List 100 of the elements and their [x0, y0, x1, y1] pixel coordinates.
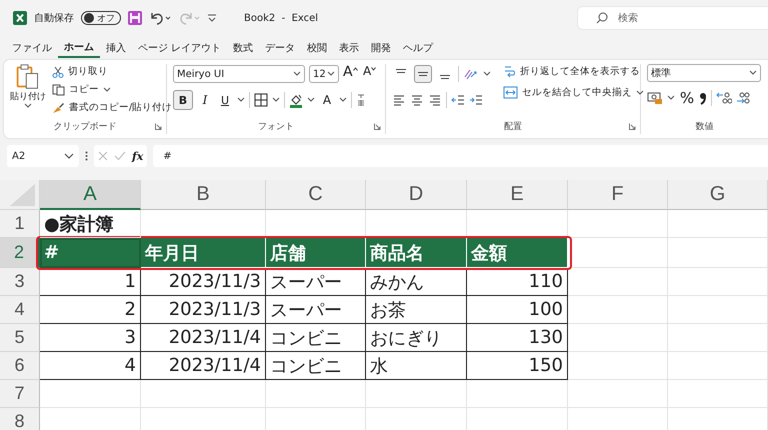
align-left-icon[interactable]	[392, 93, 406, 107]
row-header[interactable]: 5	[0, 324, 40, 352]
formula-field[interactable]: #	[153, 145, 768, 167]
name-box[interactable]: A2	[7, 145, 79, 167]
table-cell: お茶	[366, 296, 467, 324]
dialog-launcher-icon[interactable]	[629, 123, 636, 130]
comma-style-icon[interactable]	[699, 91, 707, 105]
window-title: Book2 - Excel	[244, 12, 318, 24]
caret-icon	[339, 97, 347, 103]
ribbon-tab[interactable]: 表示	[333, 38, 366, 58]
group-title: 配置	[504, 120, 522, 132]
table-cell: 4	[40, 352, 141, 380]
table-cell: 1	[40, 268, 141, 296]
table-cell: 2	[40, 296, 141, 324]
ribbon-tab[interactable]: データ	[259, 38, 302, 58]
phonetic-guide-icon[interactable]	[356, 93, 366, 107]
caret-icon	[667, 95, 675, 101]
dialog-launcher-icon[interactable]	[155, 123, 162, 130]
autosave-toggle[interactable]: オフ	[81, 11, 121, 25]
search-icon	[596, 12, 608, 24]
accounting-format-icon[interactable]	[647, 91, 663, 105]
wrap-text-button[interactable]: 折り返して全体を表示する	[503, 64, 644, 79]
caret-icon	[636, 90, 644, 96]
brush-icon	[52, 102, 65, 114]
excel-logo-icon	[13, 11, 27, 25]
column-header[interactable]: D	[366, 180, 467, 210]
increase-font-size-button[interactable]: A	[343, 64, 359, 84]
increase-decimal-icon[interactable]	[716, 91, 732, 105]
column-heading-cell: 金額	[467, 238, 568, 268]
ribbon-tab[interactable]: 数式	[227, 38, 260, 58]
font-size-dropdown[interactable]: 12	[309, 65, 339, 83]
column-heading-cell: #	[40, 238, 141, 268]
caret-icon	[293, 71, 301, 77]
caret-icon	[371, 67, 376, 71]
ribbon-tab[interactable]: 校閲	[301, 38, 334, 58]
dialog-launcher-icon[interactable]	[374, 123, 381, 130]
column-header[interactable]: B	[141, 180, 266, 210]
table-cell: 2023/11/4	[141, 352, 266, 380]
row-header[interactable]: 7	[0, 380, 40, 408]
decrease-font-size-button[interactable]: A	[363, 64, 379, 84]
row-header[interactable]: 6	[0, 352, 40, 380]
caret-icon	[24, 103, 32, 109]
borders-icon[interactable]	[254, 93, 268, 107]
font-color-button[interactable]: A	[319, 90, 335, 110]
copy-icon	[52, 84, 65, 96]
undo-icon[interactable]	[149, 11, 171, 25]
row-header[interactable]: 1	[0, 210, 40, 238]
fill-color-icon[interactable]	[289, 92, 303, 108]
ribbon-tab[interactable]: 挿入	[100, 38, 132, 58]
ribbon-tab[interactable]: ヘルプ	[397, 38, 440, 58]
column-heading-cell: 商品名	[366, 238, 467, 268]
column-header[interactable]: F	[568, 180, 668, 210]
table-cell: 2023/11/3	[141, 296, 266, 324]
bold-button[interactable]: B	[173, 90, 193, 110]
italic-button[interactable]: I	[197, 90, 213, 110]
table-cell: 3	[40, 324, 141, 352]
row-header[interactable]: 8	[0, 408, 40, 430]
group-title: 数値	[696, 120, 714, 132]
column-header[interactable]: E	[467, 180, 568, 210]
caret-icon	[483, 71, 491, 77]
merge-center-button[interactable]: セルを結合して中央揃え	[503, 85, 644, 100]
font-family-dropdown[interactable]: Meiryo UI	[173, 65, 305, 83]
format-painter-button[interactable]: 書式のコピー/貼り付け	[52, 100, 172, 115]
merge-cells-icon	[503, 86, 518, 99]
table-cell: 2023/11/4	[141, 324, 266, 352]
paste-button[interactable]: 貼り付け	[10, 64, 46, 109]
group-title: フォント	[258, 120, 294, 132]
ribbon-tab[interactable]: ホーム	[58, 38, 100, 58]
insert-function-button[interactable]: fx	[132, 150, 144, 162]
decrease-indent-icon[interactable]	[451, 93, 465, 107]
underline-button[interactable]: U	[217, 90, 233, 110]
copy-button[interactable]: コピー	[52, 82, 172, 97]
number-format-dropdown[interactable]: 標準	[647, 64, 761, 82]
increase-indent-icon[interactable]	[469, 93, 483, 107]
save-icon[interactable]	[128, 11, 142, 25]
column-header[interactable]: A	[40, 180, 141, 210]
ribbon-tab[interactable]: ページ レイアウト	[132, 38, 228, 58]
ribbon-tab[interactable]: ファイル	[6, 38, 58, 58]
customize-toolbar-icon[interactable]	[207, 13, 217, 23]
table-cell: コンビニ	[266, 352, 366, 380]
column-header[interactable]: G	[668, 180, 768, 210]
row-header[interactable]: 2	[0, 238, 40, 268]
align-center-icon[interactable]	[410, 93, 424, 107]
ribbon-tab[interactable]: 開発	[365, 38, 398, 58]
table-cell: みかん	[366, 268, 467, 296]
row-header[interactable]: 3	[0, 268, 40, 296]
percent-style-button[interactable]: %	[679, 88, 695, 108]
row-header[interactable]: 4	[0, 296, 40, 324]
vertical-align-button[interactable]	[414, 65, 432, 83]
text-orientation-icon[interactable]	[463, 67, 479, 81]
decrease-decimal-icon[interactable]	[736, 91, 750, 105]
align-right-icon[interactable]	[428, 93, 442, 107]
more-options-icon[interactable]	[85, 151, 88, 161]
cut-button[interactable]: 切り取り	[52, 64, 172, 79]
table-cell: コンビニ	[266, 324, 366, 352]
column-header[interactable]: C	[266, 180, 366, 210]
table-cell: 110	[467, 268, 568, 296]
search-field[interactable]: 検索	[578, 7, 768, 29]
table-cell: スーパー	[266, 296, 366, 324]
caret-icon	[237, 97, 245, 103]
